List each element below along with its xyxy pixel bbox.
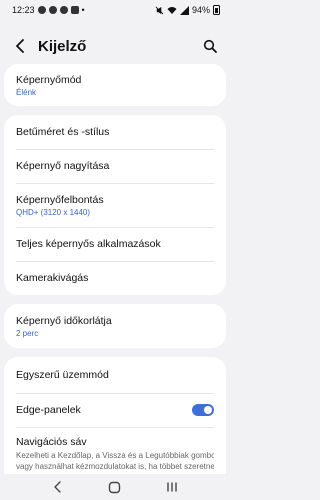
wifi-icon bbox=[167, 6, 177, 14]
screen-mode-card: Képernyőmód Élénk bbox=[4, 64, 226, 106]
setting-title: Egyszerű üzemmód bbox=[16, 369, 109, 381]
status-time: 12:23 bbox=[12, 5, 35, 15]
setting-title: Képernyőmód bbox=[16, 73, 82, 86]
setting-title: Betűméret és -stílus bbox=[16, 126, 110, 138]
setting-title: Képernyő nagyítása bbox=[16, 160, 110, 172]
mute-icon bbox=[155, 6, 164, 14]
setting-description: Kezelheti a Kezdőlap, a Vissza és a Legu… bbox=[16, 451, 214, 473]
chat-icon bbox=[59, 6, 68, 14]
setting-title: Navigációs sáv bbox=[16, 436, 87, 448]
notification-icon bbox=[70, 6, 79, 14]
battery-percent: 94% bbox=[191, 5, 210, 15]
page-title: Kijelző bbox=[38, 37, 87, 55]
setting-title: Képernyőfelbontás bbox=[16, 193, 104, 206]
extra-options-card: Egyszerű üzemmód Edge-panelek Navigációs… bbox=[4, 357, 226, 487]
back-arrow-icon[interactable] bbox=[10, 36, 30, 56]
setting-screen-zoom[interactable]: Képernyő nagyítása bbox=[4, 149, 226, 183]
whatsapp-icon bbox=[37, 6, 46, 14]
setting-title: Edge-panelek bbox=[16, 404, 81, 416]
display-options-card: Betűméret és -stílus Képernyő nagyítása … bbox=[4, 115, 226, 295]
setting-title: Képernyő időkorlátja bbox=[16, 314, 112, 327]
description-line-2: vagy használhat kézmozdulatokat is, ha t… bbox=[16, 461, 214, 471]
home-icon[interactable] bbox=[105, 477, 125, 497]
status-bar: 12:23 • 94% bbox=[0, 0, 230, 20]
recents-icon[interactable] bbox=[162, 477, 182, 497]
setting-title: Kameraki­vágás bbox=[16, 272, 89, 284]
setting-fullscreen-apps[interactable]: Teljes képernyős alkalmazások bbox=[4, 227, 226, 261]
setting-screen-mode[interactable]: Képernyőmód Élénk bbox=[4, 64, 226, 106]
system-nav-bar bbox=[0, 474, 230, 500]
setting-easy-mode[interactable]: Egyszerű üzemmód bbox=[4, 357, 226, 393]
search-icon[interactable] bbox=[200, 36, 220, 56]
setting-value: QHD+ (3120 x 1440) bbox=[16, 207, 91, 217]
messenger-icon bbox=[48, 6, 57, 14]
back-icon[interactable] bbox=[48, 477, 68, 497]
signal-icon bbox=[179, 5, 189, 15]
setting-title: Teljes képernyős alkalmazások bbox=[16, 238, 161, 250]
setting-value: 2 perc bbox=[16, 328, 39, 338]
edge-panels-toggle[interactable] bbox=[192, 404, 214, 416]
setting-edge-panels[interactable]: Edge-panelek bbox=[4, 393, 226, 427]
battery-icon bbox=[213, 5, 220, 15]
description-line-1: Kezelheti a Kezdőlap, a Vissza és a Legu… bbox=[16, 451, 214, 460]
app-bar: Kijelző bbox=[0, 28, 230, 64]
toggle-knob bbox=[204, 406, 212, 414]
status-left: 12:23 • bbox=[12, 5, 85, 15]
setting-screen-resolution[interactable]: Képernyőfelbontás QHD+ (3120 x 1440) bbox=[4, 183, 226, 227]
setting-value: Élénk bbox=[16, 87, 37, 97]
screen-timeout-card: Képernyő időkorlátja 2 perc bbox=[4, 304, 226, 348]
status-right: 94% bbox=[155, 5, 220, 15]
setting-font-size[interactable]: Betűméret és -stílus bbox=[4, 115, 226, 149]
setting-camera-cutout[interactable]: Kameraki­vágás bbox=[4, 261, 226, 295]
more-notifications-icon: • bbox=[81, 5, 85, 15]
setting-screen-timeout[interactable]: Képernyő időkorlátja 2 perc bbox=[4, 304, 226, 348]
